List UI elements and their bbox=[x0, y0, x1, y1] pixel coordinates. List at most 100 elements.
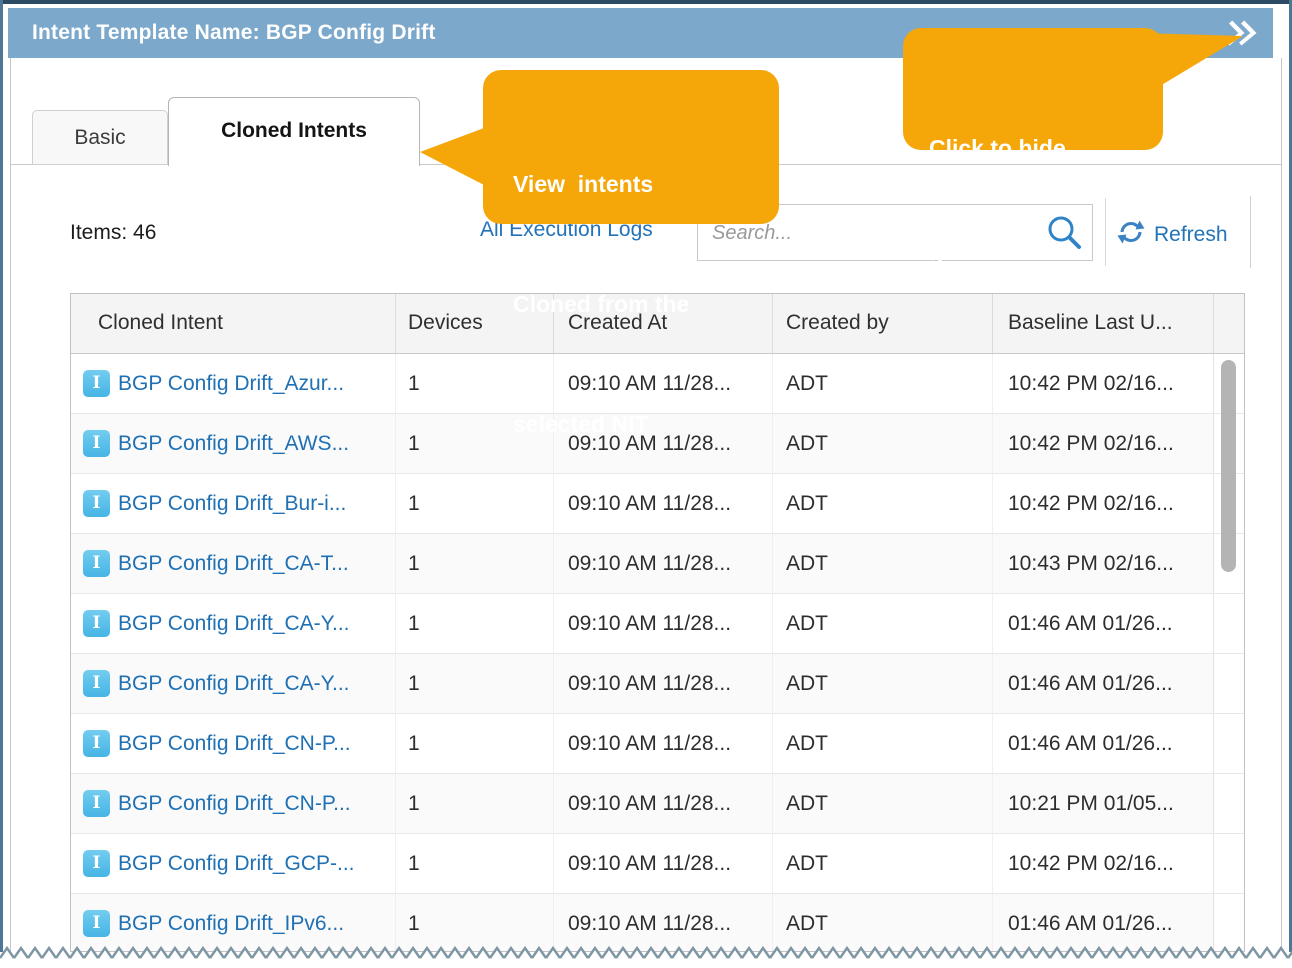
refresh-label: Refresh bbox=[1154, 223, 1228, 247]
tab-basic[interactable]: Basic bbox=[32, 110, 168, 165]
table-row: I BGP Config Drift_IPv6... 1 09:10 AM 11… bbox=[71, 894, 1244, 952]
tab-callout-pointer bbox=[414, 118, 486, 190]
scrollbar-header-spacer bbox=[1214, 294, 1244, 353]
hide-callout-line1: Click to hide bbox=[929, 128, 1163, 168]
created-by-cell: ADT bbox=[773, 654, 993, 713]
column-header-cloned-intent[interactable]: Cloned Intent bbox=[71, 294, 396, 353]
baseline-cell: 10:42 PM 02/16... bbox=[993, 474, 1214, 533]
baseline-cell: 10:42 PM 02/16... bbox=[993, 414, 1214, 473]
created-at-cell: 09:10 AM 11/28... bbox=[554, 774, 773, 833]
scrollbar-track-cell bbox=[1213, 714, 1243, 773]
intent-icon: I bbox=[83, 550, 110, 577]
table-row: I BGP Config Drift_CA-T... 1 09:10 AM 11… bbox=[71, 534, 1244, 594]
cloned-intent-link[interactable]: BGP Config Drift_GCP-... bbox=[118, 850, 355, 877]
cloned-intent-link[interactable]: BGP Config Drift_Azur... bbox=[118, 370, 344, 397]
cloned-intent-cell: I BGP Config Drift_CN-P... bbox=[71, 714, 396, 773]
intent-icon: I bbox=[83, 670, 110, 697]
baseline-cell: 01:46 AM 01/26... bbox=[993, 894, 1214, 952]
devices-cell: 1 bbox=[396, 714, 554, 773]
scrollbar-track-cell bbox=[1213, 594, 1243, 653]
cloned-intent-cell: I BGP Config Drift_Azur... bbox=[71, 354, 396, 413]
created-at-cell: 09:10 AM 11/28... bbox=[554, 714, 773, 773]
created-at-cell: 09:10 AM 11/28... bbox=[554, 534, 773, 593]
cloned-intent-cell: I BGP Config Drift_CA-Y... bbox=[71, 654, 396, 713]
devices-cell: 1 bbox=[396, 654, 554, 713]
devices-cell: 1 bbox=[396, 834, 554, 893]
cloned-intent-link[interactable]: BGP Config Drift_CA-Y... bbox=[118, 610, 349, 637]
intent-icon: I bbox=[83, 610, 110, 637]
intent-icon: I bbox=[83, 730, 110, 757]
toolbar-right-divider bbox=[1250, 196, 1251, 268]
created-by-cell: ADT bbox=[773, 834, 993, 893]
devices-cell: 1 bbox=[396, 594, 554, 653]
intent-icon: I bbox=[83, 790, 110, 817]
tab-callout: View intents Cloned from the selected NI… bbox=[483, 70, 779, 224]
pane-title: Intent Template Name: BGP Config Drift bbox=[32, 8, 436, 58]
baseline-cell: 01:46 AM 01/26... bbox=[993, 714, 1214, 773]
scrollbar-track-cell bbox=[1213, 894, 1243, 952]
created-by-cell: ADT bbox=[773, 894, 993, 952]
pane-left-border bbox=[10, 58, 11, 952]
cloned-intent-cell: I BGP Config Drift_Bur-i... bbox=[71, 474, 396, 533]
intent-icon: I bbox=[83, 910, 110, 937]
cloned-intent-link[interactable]: BGP Config Drift_IPv6... bbox=[118, 910, 344, 937]
tab-basic-label: Basic bbox=[74, 126, 125, 149]
intent-icon: I bbox=[83, 850, 110, 877]
created-at-cell: 09:10 AM 11/28... bbox=[554, 834, 773, 893]
torn-edge bbox=[0, 945, 1292, 968]
intent-icon: I bbox=[83, 490, 110, 517]
baseline-cell: 01:46 AM 01/26... bbox=[993, 654, 1214, 713]
cloned-intent-cell: I BGP Config Drift_CA-T... bbox=[71, 534, 396, 593]
cloned-intent-cell: I BGP Config Drift_CN-P... bbox=[71, 774, 396, 833]
devices-cell: 1 bbox=[396, 774, 554, 833]
vertical-scrollbar-thumb[interactable] bbox=[1221, 360, 1236, 572]
table-row: I BGP Config Drift_GCP-... 1 09:10 AM 11… bbox=[71, 834, 1244, 894]
cloned-intent-link[interactable]: BGP Config Drift_CN-P... bbox=[118, 790, 351, 817]
created-by-cell: ADT bbox=[773, 474, 993, 533]
scrollbar-track-cell bbox=[1213, 774, 1243, 833]
cloned-intent-cell: I BGP Config Drift_IPv6... bbox=[71, 894, 396, 952]
cloned-intent-link[interactable]: BGP Config Drift_AWS... bbox=[118, 430, 349, 457]
intent-icon: I bbox=[83, 430, 110, 457]
created-by-cell: ADT bbox=[773, 534, 993, 593]
tab-callout-line1: View intents bbox=[513, 164, 779, 204]
created-by-cell: ADT bbox=[773, 774, 993, 833]
created-at-cell: 09:10 AM 11/28... bbox=[554, 894, 773, 952]
baseline-cell: 10:43 PM 02/16... bbox=[993, 534, 1214, 593]
tab-callout-line2: Cloned from the bbox=[513, 284, 779, 324]
screenshot-border-top bbox=[0, 0, 1292, 4]
cloned-intent-link[interactable]: BGP Config Drift_Bur-i... bbox=[118, 490, 346, 517]
cloned-intent-link[interactable]: BGP Config Drift_CA-Y... bbox=[118, 670, 349, 697]
devices-cell: 1 bbox=[396, 534, 554, 593]
created-by-cell: ADT bbox=[773, 594, 993, 653]
pane-right-border bbox=[1281, 58, 1282, 952]
created-by-cell: ADT bbox=[773, 414, 993, 473]
screenshot-border-left bbox=[0, 0, 3, 952]
devices-cell: 1 bbox=[396, 894, 554, 952]
cloned-intent-cell: I BGP Config Drift_GCP-... bbox=[71, 834, 396, 893]
cloned-intent-cell: I BGP Config Drift_CA-Y... bbox=[71, 594, 396, 653]
baseline-cell: 10:21 PM 01/05... bbox=[993, 774, 1214, 833]
created-at-cell: 09:10 AM 11/28... bbox=[554, 654, 773, 713]
scrollbar-track-cell bbox=[1213, 654, 1243, 713]
table-row: I BGP Config Drift_CA-Y... 1 09:10 AM 11… bbox=[71, 594, 1244, 654]
intent-template-pane: Intent Template Name: BGP Config Drift B… bbox=[0, 0, 1292, 968]
table-row: I BGP Config Drift_CN-P... 1 09:10 AM 11… bbox=[71, 774, 1244, 834]
hide-callout: Click to hide the pane bbox=[903, 28, 1163, 150]
tab-callout-line3: selected NIT bbox=[513, 404, 779, 444]
cloned-intent-cell: I BGP Config Drift_AWS... bbox=[71, 414, 396, 473]
tab-cloned-intents-label: Cloned Intents bbox=[221, 119, 367, 142]
baseline-cell: 01:46 AM 01/26... bbox=[993, 594, 1214, 653]
intent-icon: I bbox=[83, 370, 110, 397]
table-row: I BGP Config Drift_CN-P... 1 09:10 AM 11… bbox=[71, 714, 1244, 774]
items-count: Items: 46 bbox=[70, 221, 156, 245]
created-by-cell: ADT bbox=[773, 714, 993, 773]
created-at-cell: 09:10 AM 11/28... bbox=[554, 594, 773, 653]
table-row: I BGP Config Drift_CA-Y... 1 09:10 AM 11… bbox=[71, 654, 1244, 714]
baseline-cell: 10:42 PM 02/16... bbox=[993, 834, 1214, 893]
cloned-intent-link[interactable]: BGP Config Drift_CA-T... bbox=[118, 550, 349, 577]
cloned-intent-link[interactable]: BGP Config Drift_CN-P... bbox=[118, 730, 351, 757]
hide-callout-line2: the pane bbox=[929, 248, 1163, 288]
scrollbar-track-cell bbox=[1213, 834, 1243, 893]
tab-cloned-intents[interactable]: Cloned Intents bbox=[168, 97, 420, 166]
